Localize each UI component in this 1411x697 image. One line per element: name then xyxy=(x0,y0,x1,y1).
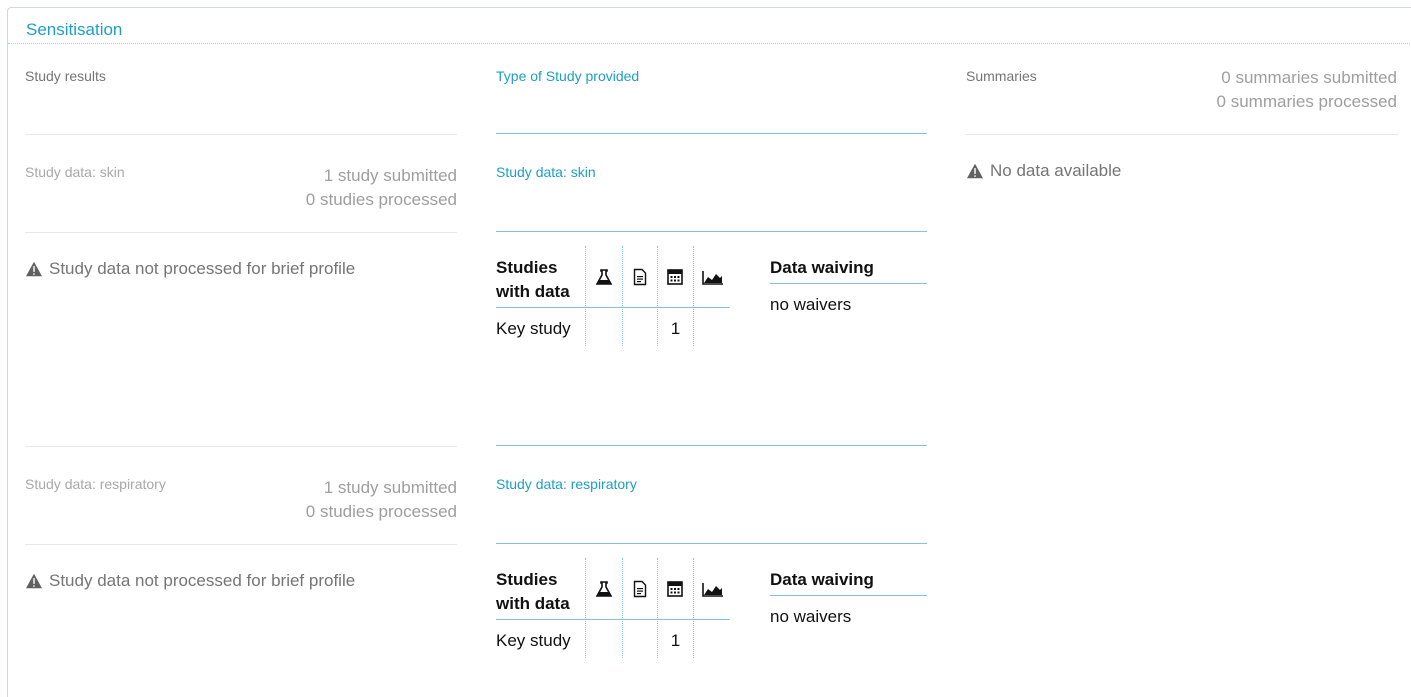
table-divider xyxy=(496,619,730,620)
divider xyxy=(25,134,457,135)
studies-processed: 0 studies processed xyxy=(305,190,457,209)
data-waiving-header: Data waiving xyxy=(770,258,874,277)
summaries-heading: Summaries xyxy=(966,68,1037,84)
studies-submitted: 1 study submitted xyxy=(323,478,457,497)
divider xyxy=(25,446,457,447)
section-title[interactable]: Sensitisation xyxy=(26,20,122,40)
study-results-heading: Study results xyxy=(25,68,106,84)
key-study-label: Key study xyxy=(496,319,571,338)
document-icon xyxy=(633,580,647,598)
flask-icon xyxy=(595,581,613,597)
column-divider xyxy=(622,246,623,346)
waiving-divider xyxy=(770,595,927,596)
warning-text: Study data not processed for brief profi… xyxy=(49,259,356,278)
calculator-count: 1 xyxy=(670,631,681,650)
type-of-study-heading: Type of Study provided xyxy=(496,68,640,84)
studies-processed: 0 studies processed xyxy=(305,502,457,521)
calculator-count: 1 xyxy=(670,319,681,338)
studies-with-data-header: Studies with data xyxy=(496,258,570,301)
calculator-icon xyxy=(667,269,683,285)
column-divider xyxy=(693,558,694,658)
no-data-message: No data available xyxy=(966,161,1121,181)
divider xyxy=(25,232,457,233)
studies-with-data-header: Studies with data xyxy=(496,570,570,613)
summaries-processed: 0 summaries processed xyxy=(1216,92,1397,111)
warning-text: Study data not processed for brief profi… xyxy=(49,571,356,590)
column-divider xyxy=(622,558,623,658)
study-counts: 1 study submitted 0 studies processed xyxy=(306,164,457,212)
calculator-icon xyxy=(667,581,683,597)
study-data-label: Study data: skin xyxy=(25,164,125,180)
divider xyxy=(496,133,927,134)
divider xyxy=(496,543,927,544)
divider xyxy=(966,134,1398,135)
summaries-submitted: 0 summaries submitted xyxy=(1221,68,1397,87)
document-icon xyxy=(633,268,647,286)
column-divider xyxy=(585,558,586,658)
warning-icon xyxy=(26,261,42,277)
table-divider xyxy=(496,307,730,308)
not-processed-warning: Study data not processed for brief profi… xyxy=(25,571,355,591)
waiving-value: no waivers xyxy=(770,607,852,626)
warning-icon xyxy=(967,163,983,179)
flask-icon xyxy=(595,269,613,285)
column-divider xyxy=(585,246,586,346)
divider xyxy=(496,231,927,232)
panel-header[interactable]: Sensitisation xyxy=(8,8,1411,44)
type-study-label[interactable]: Study data: skin xyxy=(496,164,596,180)
area-chart-icon xyxy=(702,583,723,597)
column-divider xyxy=(693,246,694,346)
not-processed-warning: Study data not processed for brief profi… xyxy=(25,259,355,279)
divider xyxy=(496,445,927,446)
warning-icon xyxy=(26,573,42,589)
key-study-label: Key study xyxy=(496,631,571,650)
study-data-label: Study data: respiratory xyxy=(25,476,166,492)
area-chart-icon xyxy=(702,271,723,285)
study-counts: 1 study submitted 0 studies processed xyxy=(306,476,457,524)
waiving-value: no waivers xyxy=(770,295,852,314)
data-waiving-header: Data waiving xyxy=(770,570,874,589)
summaries-counts: 0 summaries submitted 0 summaries proces… xyxy=(1217,66,1397,114)
type-study-label[interactable]: Study data: respiratory xyxy=(496,476,637,492)
no-data-text: No data available xyxy=(990,161,1122,180)
studies-submitted: 1 study submitted xyxy=(323,166,457,185)
divider xyxy=(25,544,457,545)
waiving-divider xyxy=(770,283,927,284)
